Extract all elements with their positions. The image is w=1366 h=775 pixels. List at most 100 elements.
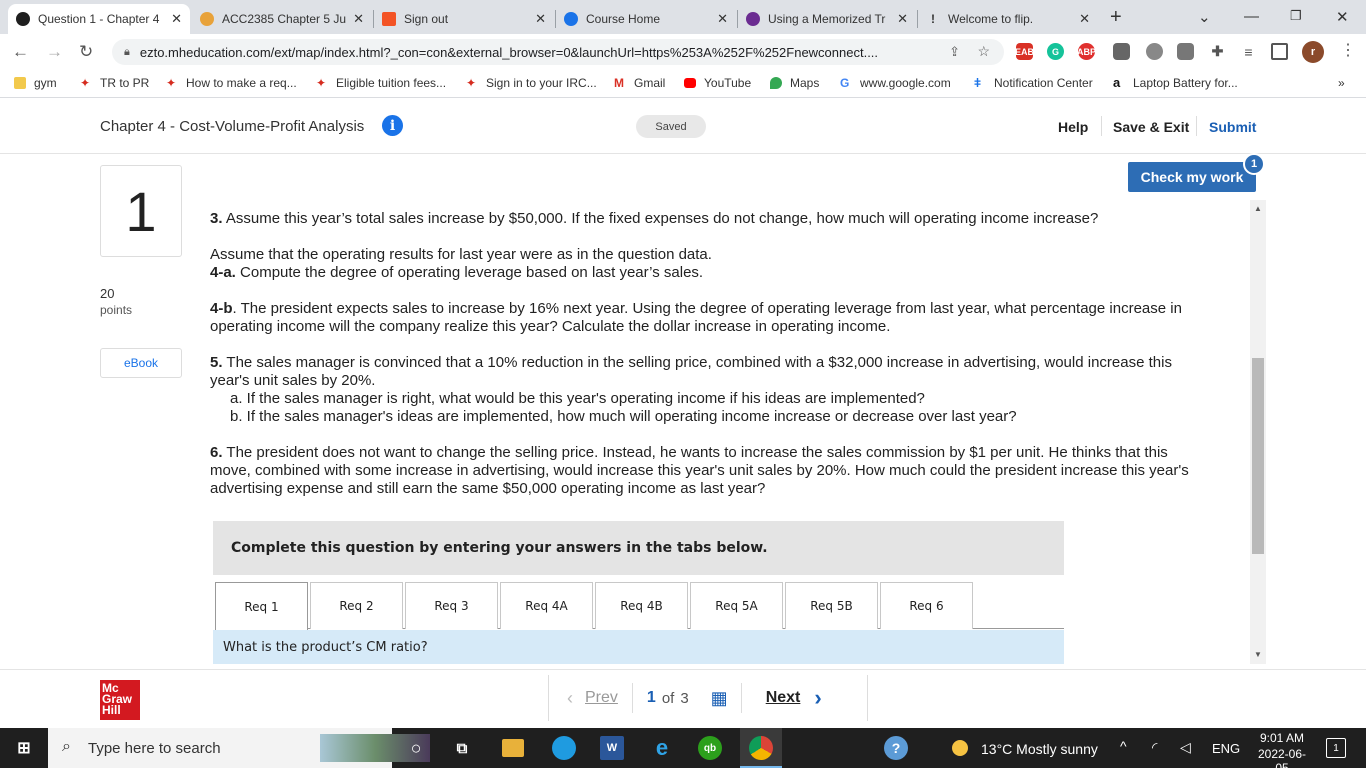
bookmark-label: Gmail (634, 76, 666, 90)
word-icon[interactable]: W (600, 736, 624, 760)
minimize-icon[interactable]: — (1244, 8, 1259, 25)
help-button[interactable]: Help (1058, 119, 1088, 135)
tab-req-4b[interactable]: Req 4B (595, 582, 688, 629)
windows-start-icon[interactable]: ⊞ (12, 736, 36, 760)
reading-list-icon[interactable]: ≡ (1240, 43, 1257, 60)
clock-time: 9:01 AM (1259, 731, 1305, 745)
browser-tab-acc2385[interactable]: ACC2385 Chapter 5 Ju ✕ (192, 4, 372, 34)
submit-button[interactable]: Submit (1209, 119, 1256, 135)
taskbar-search-box[interactable]: ⌕ Type here to search (48, 728, 430, 768)
req-number: 4-b (210, 300, 233, 317)
tab-req-5a[interactable]: Req 5A (690, 582, 783, 629)
next-button[interactable]: Next (766, 689, 801, 707)
extension-icon[interactable] (1146, 43, 1163, 60)
bookmark-how-to-make[interactable]: ✦ How to make a req... (166, 76, 297, 90)
bookmark-gmail[interactable]: M Gmail (614, 76, 665, 90)
wifi-icon[interactable]: ◜ (1152, 739, 1157, 756)
tab-close-icon[interactable]: ✕ (171, 11, 182, 27)
mcgraw-hill-logo: Mc Graw Hill (100, 680, 140, 720)
bookmark-notification-center[interactable]: ǂ Notification Center (974, 76, 1093, 90)
volume-icon[interactable]: ◁ (1180, 739, 1191, 756)
browser-tab-memorized[interactable]: Using a Memorized Tr ✕ (738, 4, 916, 34)
bookmark-google[interactable]: Gwww.google.com (840, 76, 951, 90)
browser-tab-flip[interactable]: ! Welcome to flip. ✕ (918, 4, 1098, 34)
tab-close-icon[interactable]: ✕ (897, 11, 908, 27)
tab-req-4a[interactable]: Req 4A (500, 582, 593, 629)
more-bookmarks-button[interactable]: » (1338, 76, 1345, 90)
address-bar[interactable]: 🔒︎ ezto.mheducation.com/ext/map/index.ht… (112, 39, 1004, 65)
eab-extension-icon[interactable]: EAB (1015, 43, 1034, 60)
prev-button[interactable]: Prev (585, 689, 618, 707)
bookmark-youtube[interactable]: YouTube (684, 76, 751, 90)
tab-close-icon[interactable]: ✕ (353, 11, 364, 27)
extension-icon[interactable] (1113, 43, 1130, 60)
bookmark-tr-to-pr[interactable]: ✦ TR to PR (80, 76, 149, 90)
close-window-icon[interactable]: ✕ (1336, 8, 1349, 26)
info-icon[interactable]: i (382, 115, 403, 136)
help-app-icon[interactable]: ? (884, 736, 908, 760)
tab-req-5b[interactable]: Req 5B (785, 582, 878, 629)
restore-icon[interactable]: ❐ (1290, 8, 1302, 24)
edge-icon[interactable] (552, 736, 576, 760)
req-number: 4-a. (210, 264, 236, 281)
grid-view-icon[interactable]: ▦ (711, 688, 728, 709)
quickbooks-icon[interactable]: qb (698, 736, 722, 760)
show-hidden-icons-icon[interactable]: ^ (1120, 738, 1127, 754)
browser-tab-sign-out[interactable]: Sign out ✕ (374, 4, 554, 34)
profile-avatar[interactable]: r (1302, 41, 1324, 63)
language-indicator[interactable]: ENG (1212, 741, 1240, 756)
share-icon[interactable]: ⇪ (949, 44, 960, 60)
internet-explorer-icon[interactable]: e (650, 735, 674, 760)
header-divider (1196, 116, 1197, 136)
reload-icon[interactable]: ↻ (79, 42, 93, 62)
task-view-icon[interactable]: ⧉ (450, 736, 474, 760)
browser-tab-question[interactable]: Question 1 - Chapter 4 ✕ (8, 4, 190, 34)
maps-icon (770, 77, 782, 89)
tab-close-icon[interactable]: ✕ (535, 11, 546, 27)
check-my-work-button[interactable]: Check my work (1128, 162, 1256, 192)
adblock-extension-icon[interactable]: ABP (1077, 43, 1096, 60)
bookmark-gym[interactable]: gym (14, 76, 57, 90)
windows-taskbar: ⊞ ⌕ Type here to search ○ ⧉ W e qb ? 13°… (0, 728, 1366, 775)
tab-close-icon[interactable]: ✕ (717, 11, 728, 27)
folder-icon (14, 77, 26, 89)
weather-sun-icon (952, 740, 968, 756)
chrome-taskbar-item[interactable] (740, 728, 782, 768)
bookmark-label: Sign in to your IRC... (486, 76, 597, 90)
tab-req-3[interactable]: Req 3 (405, 582, 498, 629)
bookmark-irc[interactable]: ✦ Sign in to your IRC... (466, 76, 597, 90)
next-chevron-icon[interactable]: › (814, 685, 821, 711)
bookmark-laptop-battery[interactable]: a Laptop Battery for... (1113, 76, 1238, 90)
scrollbar-thumb[interactable] (1252, 358, 1264, 554)
side-panel-icon[interactable] (1271, 43, 1288, 60)
requirement-4b: 4-b. The president expects sales to incr… (210, 300, 1210, 336)
notification-center-icon[interactable]: 1 (1326, 738, 1346, 758)
scroll-down-icon[interactable]: ▼ (1254, 650, 1262, 659)
extension-icon[interactable] (1177, 43, 1194, 60)
ebook-button[interactable]: eBook (100, 348, 182, 378)
save-exit-button[interactable]: Save & Exit (1113, 119, 1189, 135)
browser-tab-course-home[interactable]: Course Home ✕ (556, 4, 736, 34)
new-tab-button[interactable]: + (1110, 6, 1122, 29)
clock[interactable]: 9:01 AM 2022-06-05 (1252, 731, 1312, 775)
puzzle-extensions-icon[interactable]: ✚ (1209, 43, 1226, 60)
tab-req-1[interactable]: Req 1 (215, 582, 308, 630)
tab-title: Course Home (586, 12, 661, 26)
bookmark-maps[interactable]: Maps (770, 76, 819, 90)
bookmark-label: Notification Center (994, 76, 1093, 90)
bookmark-eligible-tuition[interactable]: ✦ Eligible tuition fees... (316, 76, 446, 90)
back-icon[interactable]: ← (12, 42, 29, 62)
tab-req-6[interactable]: Req 6 (880, 582, 973, 629)
scroll-up-icon[interactable]: ▲ (1254, 204, 1262, 213)
bookmark-star-icon[interactable]: ☆ (977, 43, 990, 60)
prev-chevron-icon[interactable]: ‹ (567, 688, 573, 709)
kebab-menu-icon[interactable]: ⋮ (1340, 40, 1356, 60)
tab-search-icon[interactable]: ⌄ (1198, 8, 1211, 26)
grammarly-extension-icon[interactable]: G (1047, 43, 1064, 60)
cortana-icon[interactable]: ○ (404, 736, 428, 760)
weather-text[interactable]: 13°C Mostly sunny (981, 741, 1098, 757)
tab-req-2[interactable]: Req 2 (310, 582, 403, 629)
file-explorer-icon[interactable] (502, 739, 524, 757)
tab-close-icon[interactable]: ✕ (1079, 11, 1090, 27)
forward-icon[interactable]: → (46, 42, 63, 62)
